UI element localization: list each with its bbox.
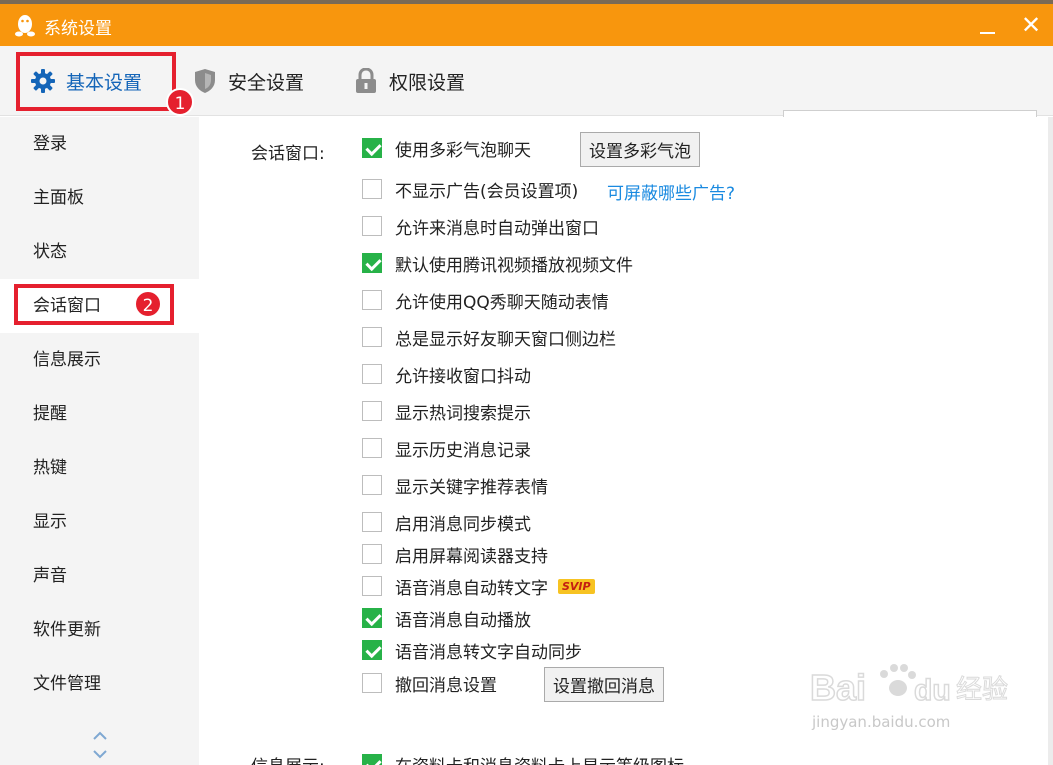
- option-history[interactable]: 显示历史消息记录: [362, 436, 531, 461]
- checkbox[interactable]: [362, 290, 382, 310]
- close-button[interactable]: ✕: [1016, 10, 1046, 40]
- shield-icon: [192, 68, 218, 94]
- checkbox[interactable]: [362, 216, 382, 236]
- option-voice-to-text[interactable]: 语音消息自动转文字 SVIP: [362, 574, 595, 599]
- sidebar: 登录 主面板 状态 会话窗口 信息展示 提醒 热键 显示 声音 软件更新 文件管…: [0, 117, 199, 765]
- option-level-icon[interactable]: 在资料卡和消息资料卡上显示等级图标: [362, 752, 684, 765]
- checkbox[interactable]: [362, 512, 382, 532]
- checkbox[interactable]: [362, 475, 382, 495]
- section-label-info-display: 信息展示:: [251, 752, 325, 765]
- checkbox[interactable]: [362, 179, 382, 199]
- watermark-url: jingyan.baidu.com: [812, 713, 951, 731]
- option-tencent-video[interactable]: 默认使用腾讯视频播放视频文件: [362, 251, 633, 276]
- checkbox[interactable]: [362, 364, 382, 384]
- tab-permission-settings[interactable]: 权限设置: [353, 46, 465, 116]
- svg-text:du: du: [914, 674, 951, 707]
- option-show-sidebar[interactable]: 总是显示好友聊天窗口侧边栏: [362, 325, 616, 350]
- tab-security-settings[interactable]: 安全设置: [192, 46, 304, 116]
- option-voice-text-sync[interactable]: 语音消息转文字自动同步: [362, 638, 582, 663]
- qq-penguin-icon: [15, 15, 35, 37]
- option-hot-search[interactable]: 显示热词搜索提示: [362, 399, 531, 424]
- option-label: 允许接收窗口抖动: [395, 366, 531, 387]
- option-label: 在资料卡和消息资料卡上显示等级图标: [395, 752, 684, 765]
- option-label: 不显示广告(会员设置项): [395, 181, 579, 202]
- option-label: 语音消息自动播放: [395, 610, 531, 631]
- checkbox[interactable]: [362, 138, 382, 158]
- tab-label: 安全设置: [228, 71, 305, 94]
- option-label: 显示关键字推荐表情: [395, 477, 548, 498]
- checkbox[interactable]: [362, 673, 382, 693]
- checkbox[interactable]: [362, 608, 382, 628]
- sidebar-item-status[interactable]: 状态: [0, 225, 199, 279]
- checkbox[interactable]: [362, 438, 382, 458]
- tab-label: 权限设置: [389, 71, 466, 94]
- annotation-box-basic-settings: [16, 52, 176, 111]
- checkbox[interactable]: [362, 754, 382, 765]
- option-auto-popup[interactable]: 允许来消息时自动弹出窗口: [362, 214, 599, 239]
- option-recall-settings[interactable]: 撤回消息设置: [362, 671, 497, 696]
- option-label: 显示历史消息记录: [395, 440, 531, 461]
- option-label: 使用多彩气泡聊天: [395, 140, 531, 161]
- option-window-shake[interactable]: 允许接收窗口抖动: [362, 362, 531, 387]
- option-qq-show-emotes[interactable]: 允许使用QQ秀聊天随动表情: [362, 288, 609, 313]
- content-scrollbar[interactable]: [1048, 117, 1053, 765]
- sidebar-item-file-management[interactable]: 文件管理: [0, 657, 199, 711]
- checkbox[interactable]: [362, 640, 382, 660]
- svip-badge: SVIP: [558, 578, 595, 594]
- svg-text:Bai: Bai: [810, 667, 866, 708]
- scroll-up-down-icon[interactable]: [89, 727, 111, 763]
- sidebar-item-info-display[interactable]: 信息展示: [0, 333, 199, 387]
- option-label: 语音消息转文字自动同步: [395, 642, 582, 663]
- lock-icon: [353, 68, 379, 94]
- option-label: 语音消息自动转文字: [395, 578, 548, 599]
- sidebar-item-sound[interactable]: 声音: [0, 549, 199, 603]
- option-label: 允许使用QQ秀聊天随动表情: [395, 292, 609, 313]
- sidebar-item-display[interactable]: 显示: [0, 495, 199, 549]
- svg-text:经验: 经验: [956, 675, 1008, 705]
- option-colorful-bubbles[interactable]: 使用多彩气泡聊天: [362, 136, 531, 161]
- minimize-button[interactable]: [972, 10, 1002, 40]
- sidebar-item-hotkeys[interactable]: 热键: [0, 441, 199, 495]
- sidebar-item-software-update[interactable]: 软件更新: [0, 603, 199, 657]
- option-label: 撤回消息设置: [395, 675, 497, 696]
- option-screen-reader[interactable]: 启用屏幕阅读器支持: [362, 542, 548, 567]
- annotation-badge-2: 2: [134, 290, 162, 318]
- annotation-badge-1: 1: [166, 88, 194, 116]
- title-bar[interactable]: 系统设置 ✕: [0, 4, 1053, 46]
- option-label: 默认使用腾讯视频播放视频文件: [395, 255, 633, 276]
- option-keyword-emotes[interactable]: 显示关键字推荐表情: [362, 473, 548, 498]
- option-label: 启用屏幕阅读器支持: [395, 546, 548, 567]
- window-title: 系统设置: [44, 19, 112, 39]
- section-label-chat-window: 会话窗口:: [251, 144, 325, 164]
- option-label: 显示热词搜索提示: [395, 403, 531, 424]
- checkbox[interactable]: [362, 253, 382, 273]
- set-bubble-button[interactable]: 设置多彩气泡: [580, 132, 700, 167]
- option-label: 启用消息同步模式: [395, 514, 531, 535]
- option-hide-ads[interactable]: 不显示广告(会员设置项): [362, 177, 579, 202]
- sidebar-item-main-panel[interactable]: 主面板: [0, 171, 199, 225]
- option-label: 总是显示好友聊天窗口侧边栏: [395, 329, 616, 350]
- checkbox[interactable]: [362, 327, 382, 347]
- checkbox[interactable]: [362, 401, 382, 421]
- sidebar-item-login[interactable]: 登录: [0, 117, 199, 171]
- set-recall-button[interactable]: 设置撤回消息: [544, 667, 664, 702]
- option-sync-mode[interactable]: 启用消息同步模式: [362, 510, 531, 535]
- ads-info-link[interactable]: 可屏蔽哪些广告?: [607, 179, 735, 204]
- sidebar-item-reminder[interactable]: 提醒: [0, 387, 199, 441]
- checkbox[interactable]: [362, 576, 382, 596]
- checkbox[interactable]: [362, 544, 382, 564]
- option-label: 允许来消息时自动弹出窗口: [395, 218, 599, 239]
- option-voice-autoplay[interactable]: 语音消息自动播放: [362, 606, 531, 631]
